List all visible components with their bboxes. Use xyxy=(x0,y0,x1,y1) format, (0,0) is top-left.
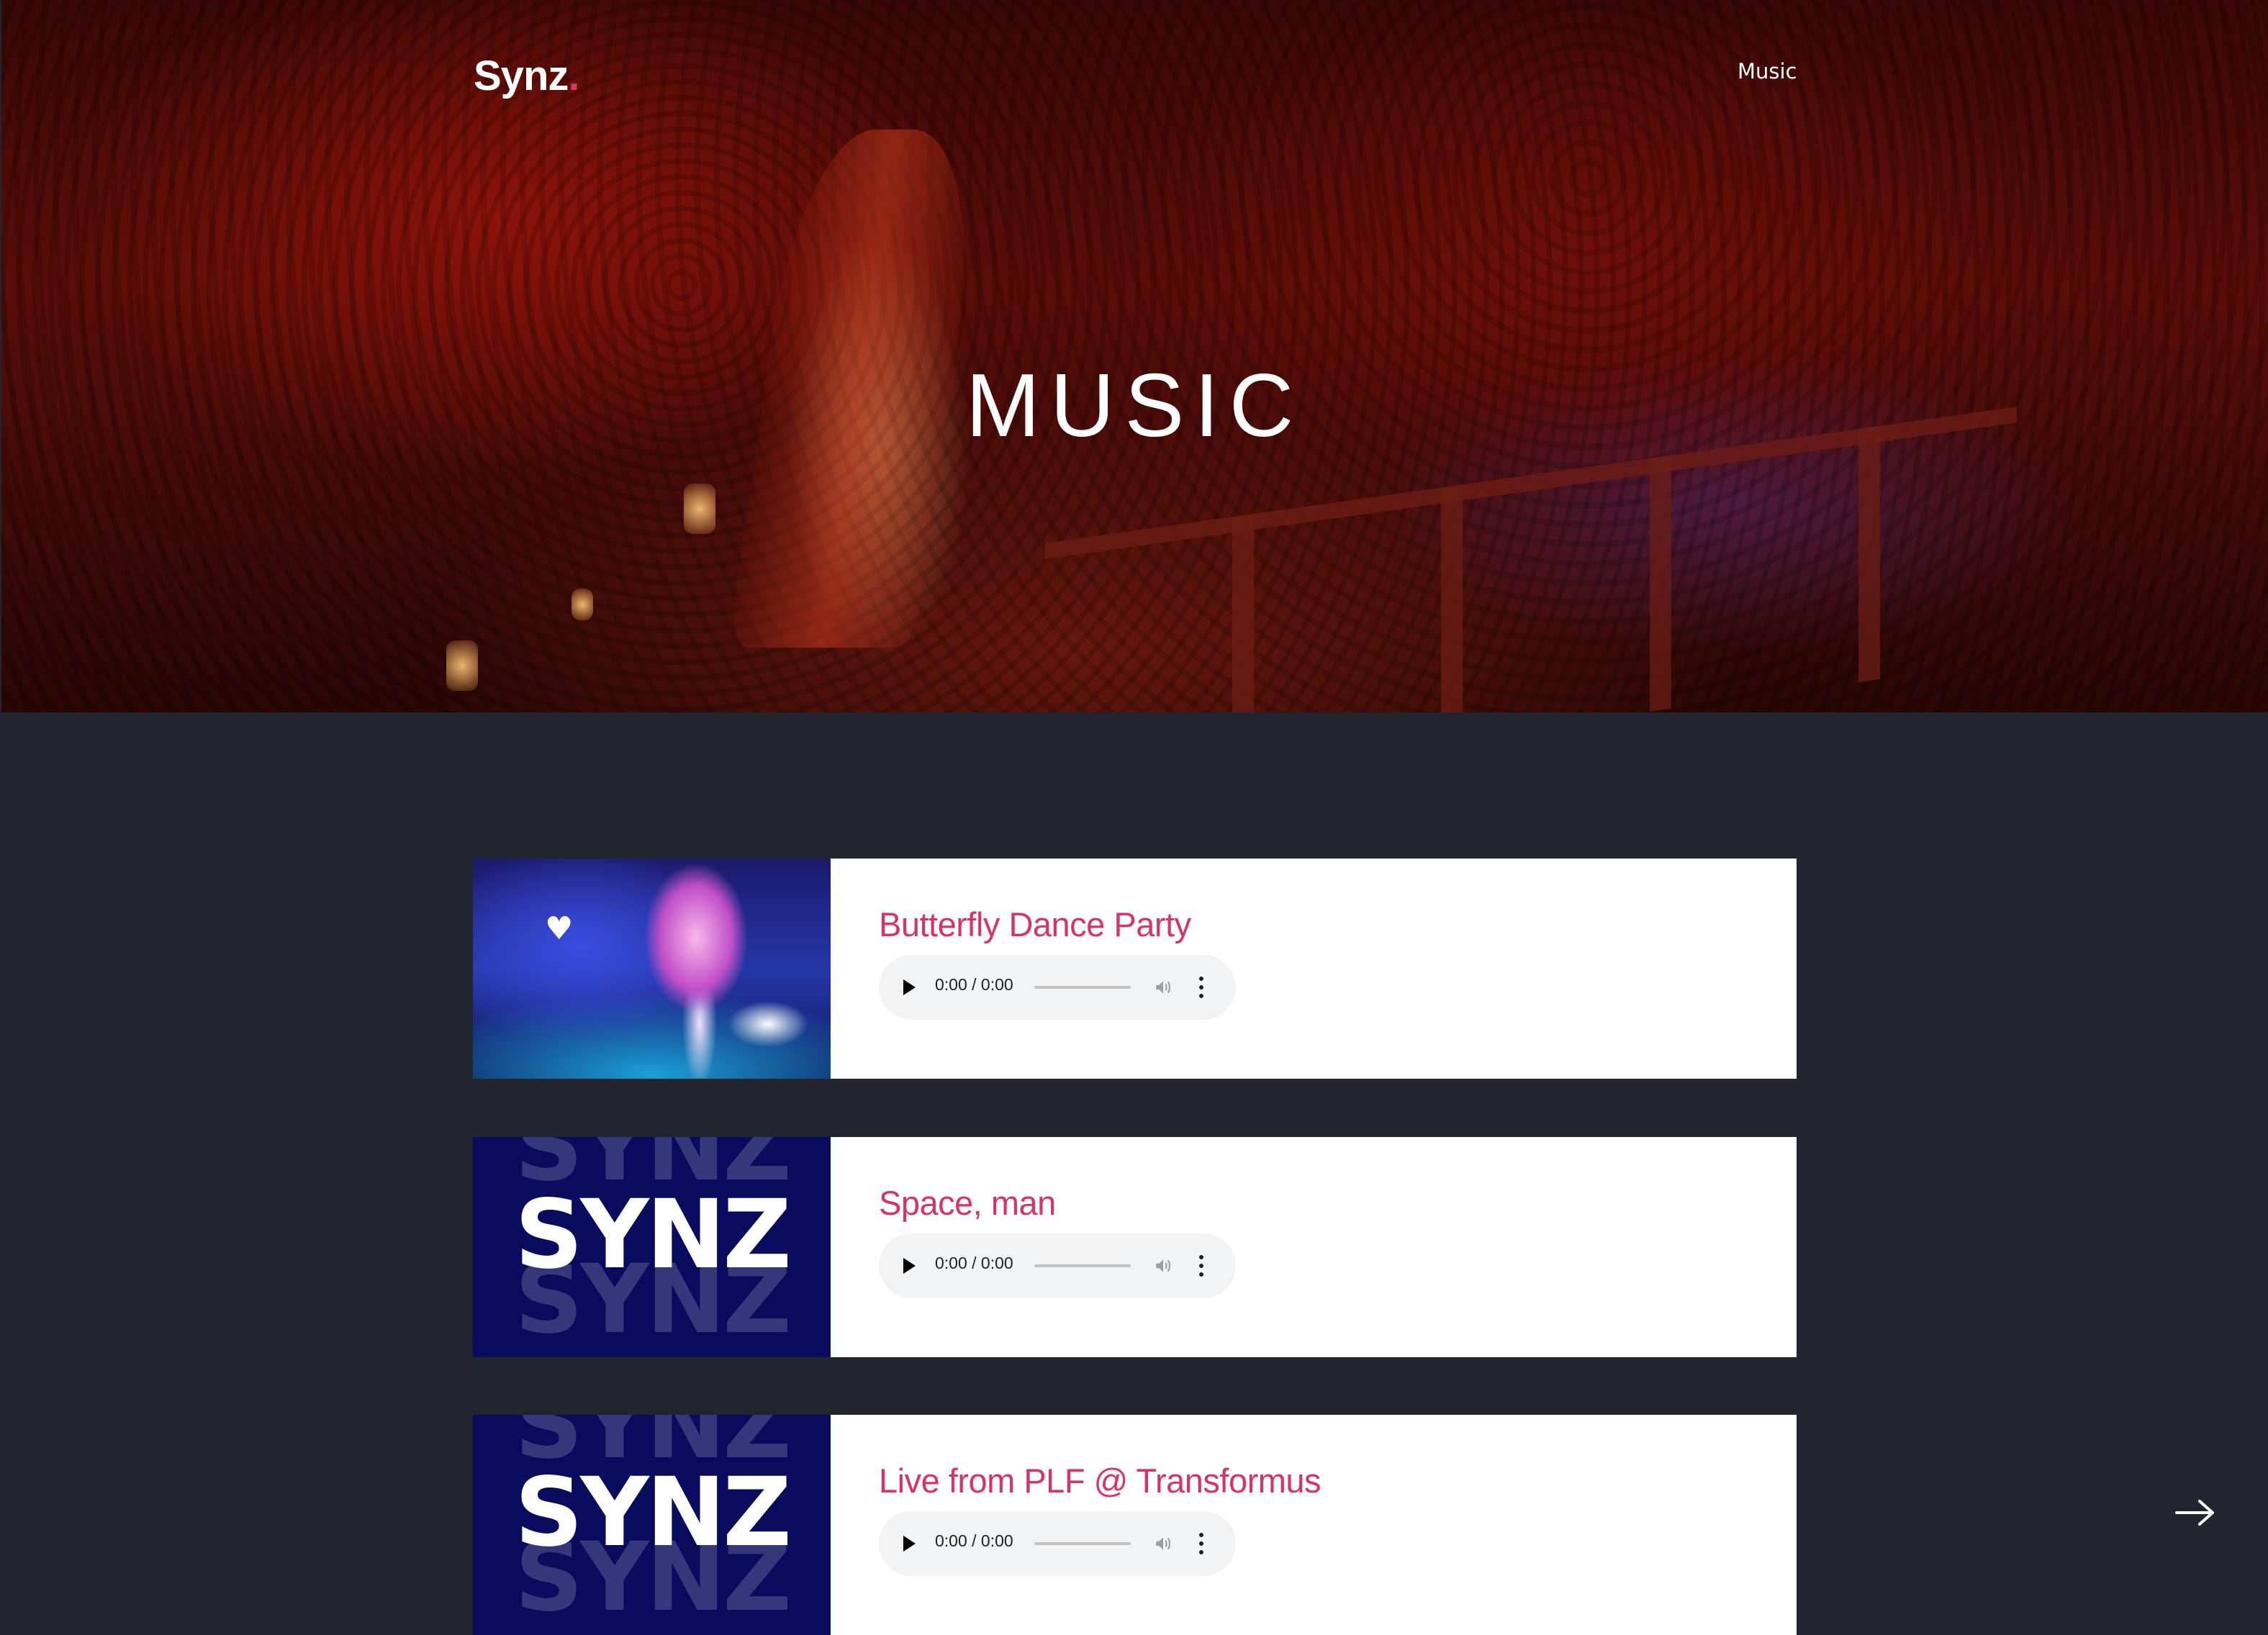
page-title: MUSIC xyxy=(965,356,1304,456)
volume-icon[interactable] xyxy=(1154,1534,1173,1553)
logo-dot: . xyxy=(568,53,579,99)
track-cover-image: SYNZ SYNZ SYNZ xyxy=(473,1137,831,1357)
volume-icon[interactable] xyxy=(1154,1256,1173,1275)
audio-player: 0:00 / 0:00 xyxy=(879,1511,1236,1576)
track-title: Live from PLF @ Transformus xyxy=(879,1462,1322,1500)
more-vertical-icon[interactable] xyxy=(1199,1255,1203,1277)
track-card-body: Butterfly Dance Party 0:00 / 0:00 xyxy=(831,859,1236,1079)
more-vertical-icon[interactable] xyxy=(1199,977,1203,998)
volume-icon[interactable] xyxy=(1154,978,1173,997)
track-card: SYNZ SYNZ SYNZ Space, man 0:00 / 0:00 xyxy=(473,1137,1797,1357)
track-card: SYNZ SYNZ SYNZ Live from PLF @ Transform… xyxy=(473,1415,1797,1635)
audio-time: 0:00 / 0:00 xyxy=(935,975,1013,994)
hero-lantern xyxy=(684,484,715,534)
cover-logo-ghost: SYNZ xyxy=(515,1522,792,1633)
logo-text: Synz xyxy=(474,53,569,99)
play-icon[interactable] xyxy=(903,1258,916,1274)
more-vertical-icon[interactable] xyxy=(1199,1533,1203,1554)
nav-link-music[interactable]: Music xyxy=(1738,59,1797,83)
audio-time: 0:00 / 0:00 xyxy=(935,1531,1013,1550)
track-cover-image: SYNZ SYNZ SYNZ xyxy=(473,1415,831,1635)
play-icon[interactable] xyxy=(903,979,916,995)
hero-lantern xyxy=(446,640,478,691)
hero-lantern xyxy=(571,589,593,620)
hero-banner: Synz. Music MUSIC xyxy=(1,0,2268,712)
audio-player: 0:00 / 0:00 xyxy=(879,955,1236,1020)
top-navigation: Synz. Music xyxy=(1,0,2268,144)
heart-icon: ♥ xyxy=(545,910,574,947)
audio-seek-bar[interactable] xyxy=(1034,986,1131,989)
arrow-right-icon[interactable] xyxy=(2175,1498,2215,1527)
play-icon[interactable] xyxy=(903,1536,916,1552)
audio-player: 0:00 / 0:00 xyxy=(879,1233,1236,1298)
audio-seek-bar[interactable] xyxy=(1034,1264,1131,1267)
cover-logo-ghost: SYNZ xyxy=(515,1244,792,1355)
audio-time: 0:00 / 0:00 xyxy=(935,1254,1013,1272)
track-card-body: Live from PLF @ Transformus 0:00 / 0:00 xyxy=(831,1415,1322,1635)
track-title: Space, man xyxy=(879,1184,1056,1222)
track-card: ♥ Butterfly Dance Party 0:00 / 0:00 xyxy=(473,859,1797,1079)
audio-seek-bar[interactable] xyxy=(1034,1542,1131,1545)
track-card-body: Space, man 0:00 / 0:00 xyxy=(831,1137,1236,1357)
track-cover-image: ♥ xyxy=(473,859,831,1079)
track-title: Butterfly Dance Party xyxy=(879,905,1191,943)
site-logo[interactable]: Synz. xyxy=(474,52,580,100)
